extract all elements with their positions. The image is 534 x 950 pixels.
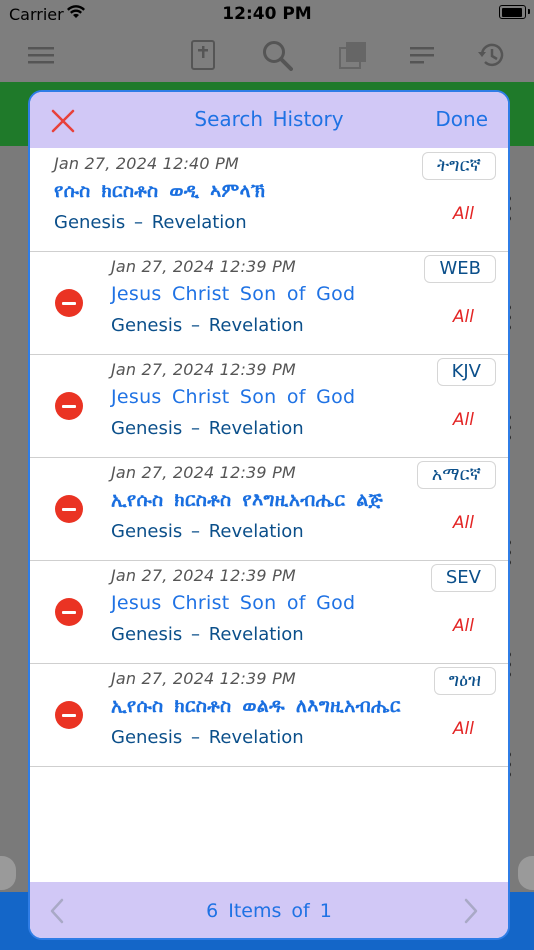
entry-range: Genesis – Revelation [111,315,304,336]
entry-date: Jan 27, 2024 12:39 PM [111,463,296,482]
dialog-footer: 6 Items of 1 [30,882,508,938]
chevron-right-icon[interactable] [462,898,480,924]
menu-icon[interactable] [24,38,58,72]
entry-query: Jesus Christ Son of God [111,386,356,408]
entry-date: Jan 27, 2024 12:40 PM [54,154,239,173]
history-icon[interactable] [474,38,508,72]
entry-date: Jan 27, 2024 12:39 PM [111,360,296,379]
version-badge: አማርኛ [416,461,496,489]
entry-scope: All [452,616,474,636]
delete-entry-button[interactable] [55,701,83,729]
battery-icon [499,5,530,19]
version-badge: ግዕዝ [433,667,496,695]
history-row[interactable]: Jan 27, 2024 12:40 PM ትግርኛ የሱስ ክርስቶስ ወዲ ኣም… [30,148,508,252]
entry-date: Jan 27, 2024 12:39 PM [111,566,296,585]
entry-range: Genesis – Revelation [111,624,304,645]
version-badge: KJV [436,358,496,386]
history-row[interactable]: Jan 27, 2024 12:39 PM አማርኛ ኢየሱስ ክርስቶስ የእግዚ… [30,457,508,561]
entry-date: Jan 27, 2024 12:39 PM [111,669,296,688]
entry-scope: All [452,513,474,533]
entry-query: የሱስ ክርስቶስ ወዲ ኣምላኽ [54,180,266,202]
clock: 12:40 PM [222,4,312,24]
bible-icon[interactable] [186,38,220,72]
delete-entry-button[interactable] [55,598,83,626]
search-icon[interactable] [260,38,294,72]
history-row[interactable]: Jan 27, 2024 12:39 PM ግዕዝ ኢየሱስ ክርስቶስ ወልዱ ለ… [30,663,508,767]
entry-query: Jesus Christ Son of God [111,283,356,305]
entry-range: Genesis – Revelation [54,212,247,233]
history-row[interactable]: Jan 27, 2024 12:39 PM WEB Jesus Christ Son… [30,251,508,355]
history-row[interactable]: Jan 27, 2024 12:39 PM SEV Jesus Christ Son… [30,560,508,664]
status-bar: Carrier 12:40 PM [0,0,534,28]
library-icon[interactable] [336,38,370,72]
entry-range: Genesis – Revelation [111,418,304,439]
pagination-label: 6 Items of 1 [206,900,332,922]
search-history-dialog: Search History Done Jan 27, 2024 12:40 P… [28,90,510,940]
delete-entry-button[interactable] [55,289,83,317]
entry-scope: All [452,307,474,327]
entry-date: Jan 27, 2024 12:39 PM [111,257,296,276]
delete-entry-button[interactable] [55,495,83,523]
version-badge: SEV [430,564,496,592]
entry-range: Genesis – Revelation [111,727,304,748]
entry-query: Jesus Christ Son of God [111,592,356,614]
app-toolbar [0,28,534,82]
dialog-header: Search History Done [30,92,508,148]
entry-range: Genesis – Revelation [111,521,304,542]
entry-scope: All [452,719,474,739]
history-list: Jan 27, 2024 12:40 PM ትግርኛ የሱስ ክርስቶስ ወዲ ኣም… [30,148,508,881]
page-next-icon [518,856,534,890]
version-badge: WEB [424,255,496,283]
list-icon[interactable] [406,38,440,72]
entry-query: ኢየሱስ ክርስቶስ ወልዱ ለእግዚአብሔር [111,695,401,717]
history-row[interactable]: Jan 27, 2024 12:39 PM KJV Jesus Christ Son… [30,354,508,458]
version-badge: ትግርኛ [422,152,496,180]
entry-scope: All [452,410,474,430]
entry-scope: All [452,204,474,224]
delete-entry-button[interactable] [55,392,83,420]
entry-query: ኢየሱስ ክርስቶስ የእግዚአብሔር ልጅ [111,489,384,511]
done-button[interactable]: Done [435,107,488,131]
